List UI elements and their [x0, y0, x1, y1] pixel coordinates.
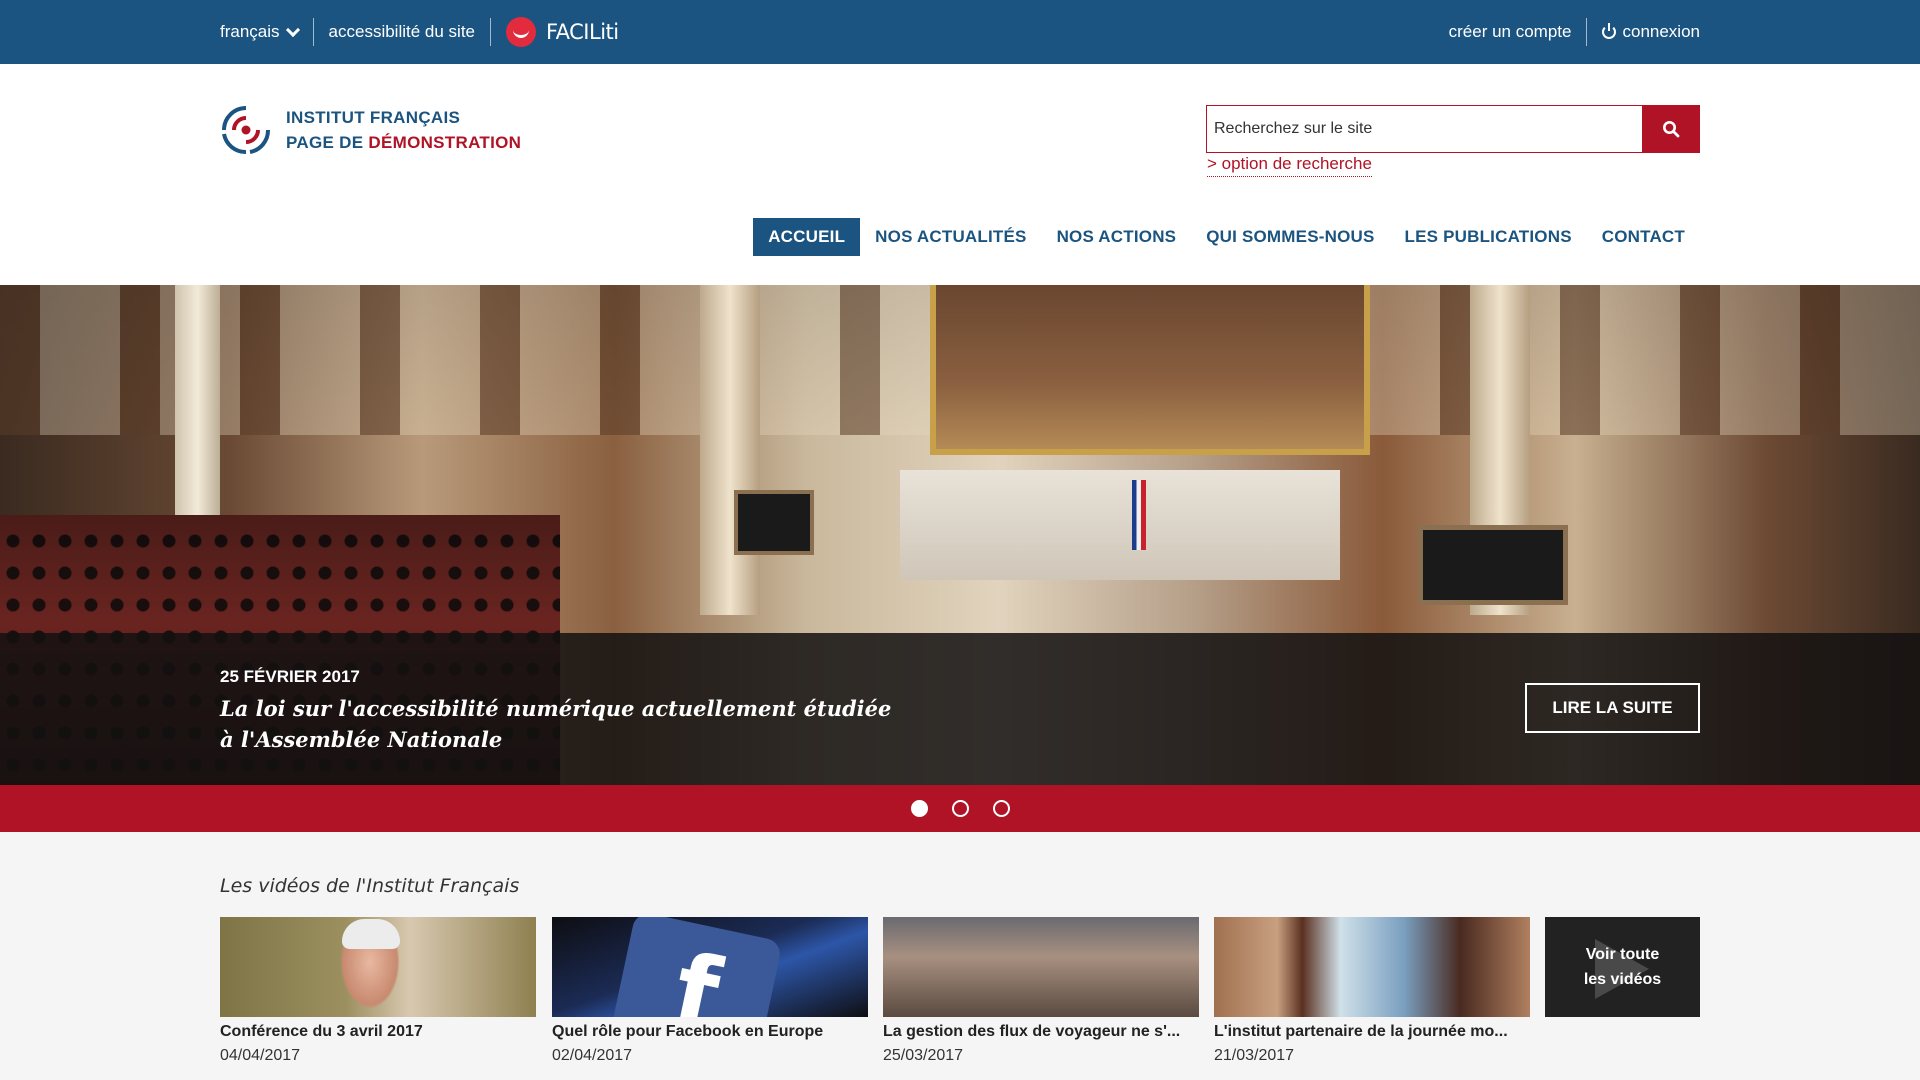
video-title[interactable]: La gestion des flux de voyageur ne s'...	[883, 1023, 1199, 1041]
hero-image-detail	[175, 285, 220, 515]
nav-item-actions[interactable]: NOS ACTIONS	[1042, 218, 1192, 256]
hero-image-screen	[734, 490, 814, 555]
top-utility-bar: français accessibilité du site FACILiti …	[0, 0, 1920, 64]
search-icon	[1663, 121, 1680, 138]
hero-caption: 25 FÉVRIER 2017 La loi sur l'accessibili…	[0, 633, 1920, 785]
video-thumbnail[interactable]	[883, 917, 1199, 1017]
power-icon	[1602, 23, 1617, 39]
video-date: 04/04/2017	[220, 1047, 301, 1064]
hero-title[interactable]: La loi sur l'accessibilité numérique act…	[220, 693, 900, 755]
carousel-dot-2[interactable]	[951, 800, 969, 817]
video-card[interactable]: Conférence du 3 avril 2017 04/04/2017	[220, 917, 536, 1065]
logo-title: INSTITUT FRANÇAIS	[286, 108, 461, 127]
videos-heading: Les vidéos de l'Institut Français	[220, 875, 520, 897]
hero-image-tapestry	[930, 285, 1370, 455]
carousel-dot-1[interactable]	[910, 800, 928, 817]
nav-item-publications[interactable]: LES PUBLICATIONS	[1390, 218, 1587, 256]
faciliti-crown-icon	[506, 17, 536, 47]
language-label: français	[220, 22, 280, 41]
video-date: 02/04/2017	[552, 1047, 633, 1064]
read-more-button[interactable]: LIRE LA SUITE	[1525, 683, 1700, 733]
nav-item-contact[interactable]: CONTACT	[1587, 218, 1700, 256]
video-card[interactable]: La gestion des flux de voyageur ne s'...…	[883, 917, 1199, 1065]
accessibility-link[interactable]: accessibilité du site	[329, 22, 475, 42]
video-date: 25/03/2017	[883, 1047, 964, 1064]
hero-image-screen	[1418, 525, 1568, 605]
faciliti-label: FACILiti	[546, 20, 619, 44]
search-button[interactable]	[1642, 105, 1700, 153]
carousel-dot-3[interactable]	[992, 800, 1010, 817]
hero-date: 25 FÉVRIER 2017	[220, 667, 360, 686]
video-thumbnail[interactable]	[220, 917, 536, 1017]
video-thumbnail[interactable]	[552, 917, 868, 1017]
french-flag-image	[1132, 480, 1146, 550]
search-options-link[interactable]: > option de recherche	[1207, 154, 1372, 177]
institut-logo-icon	[222, 106, 271, 155]
language-selector[interactable]: français	[220, 22, 300, 42]
see-all-videos-label: Voir toute les vidéos	[1583, 946, 1662, 988]
login-label: connexion	[1622, 22, 1700, 41]
hero-image-frieze	[900, 470, 1340, 580]
videos-section: Les vidéos de l'Institut Français Confér…	[0, 832, 1920, 1080]
divider	[490, 18, 491, 46]
carousel-pagination	[0, 785, 1920, 832]
logo-subtitle: PAGE DE DÉMONSTRATION	[286, 133, 522, 152]
thumbnail-detail	[342, 919, 400, 949]
video-card[interactable]: L'institut partenaire de la journée mo..…	[1214, 917, 1530, 1065]
hero-image-detail	[700, 285, 760, 615]
login-link[interactable]: connexion	[1602, 22, 1700, 42]
see-all-videos-button[interactable]: Voir toute les vidéos	[1545, 917, 1700, 1017]
create-account-link[interactable]: créer un compte	[1449, 22, 1572, 42]
hero-carousel: 25 FÉVRIER 2017 La loi sur l'accessibili…	[0, 285, 1920, 785]
search-form	[1206, 105, 1700, 153]
nav-item-actualites[interactable]: NOS ACTUALITÉS	[860, 218, 1041, 256]
main-navigation: ACCUEIL NOS ACTUALITÉS NOS ACTIONS QUI S…	[753, 218, 1700, 256]
video-thumbnail[interactable]	[1214, 917, 1530, 1017]
faciliti-button[interactable]: FACILiti	[506, 17, 619, 47]
nav-item-accueil[interactable]: ACCUEIL	[753, 218, 861, 256]
video-card[interactable]: Quel rôle pour Facebook en Europe 02/04/…	[552, 917, 868, 1065]
divider	[312, 18, 314, 46]
video-date: 21/03/2017	[1214, 1047, 1295, 1064]
video-title[interactable]: Quel rôle pour Facebook en Europe	[552, 1023, 868, 1041]
video-title[interactable]: Conférence du 3 avril 2017	[220, 1023, 536, 1041]
video-title[interactable]: L'institut partenaire de la journée mo..…	[1214, 1023, 1530, 1041]
site-header: INSTITUT FRANÇAIS PAGE DE DÉMONSTRATION …	[0, 64, 1920, 285]
facebook-logo-icon	[611, 917, 783, 1017]
nav-item-qui-sommes-nous[interactable]: QUI SOMMES-NOUS	[1191, 218, 1389, 256]
divider	[1586, 18, 1588, 46]
search-input[interactable]	[1206, 105, 1642, 153]
site-logo[interactable]: INSTITUT FRANÇAIS PAGE DE DÉMONSTRATION	[220, 104, 521, 156]
chevron-down-icon	[285, 22, 300, 37]
